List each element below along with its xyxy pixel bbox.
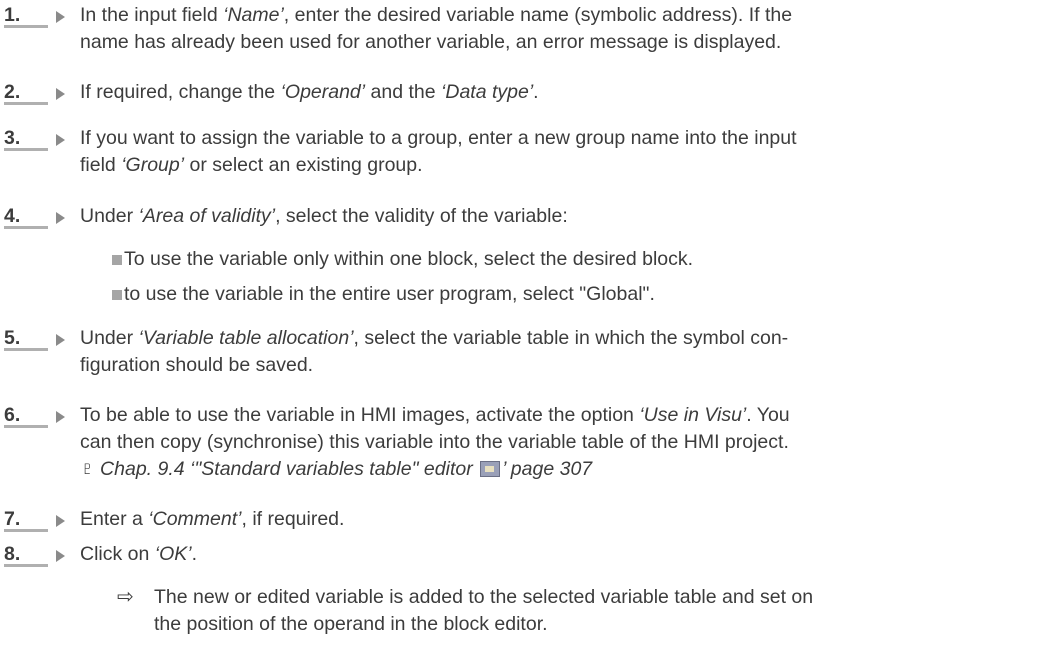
chapter-link[interactable]: ♇ Chap. 9.4 ‘"Standard variables table" … — [80, 458, 592, 480]
step-underline — [4, 226, 48, 229]
bullet-square-icon — [112, 290, 122, 300]
instruction-page: 1. In the input field ‘Name’, enter the … — [0, 0, 1063, 658]
bullet-item: to use the variable in the entire user p… — [124, 283, 655, 305]
step-text: Click on ‘OK’. — [80, 543, 198, 565]
step-text: Under ‘Area of validity’, select the val… — [80, 205, 568, 227]
step-arrow-icon — [56, 411, 65, 423]
step-underline — [4, 102, 48, 105]
step-underline — [4, 425, 48, 428]
step-underline — [4, 564, 48, 567]
step-text: Enter a ‘Comment’, if required. — [80, 508, 345, 530]
step-arrow-icon — [56, 550, 65, 562]
bullet-square-icon — [112, 255, 122, 265]
step-arrow-icon — [56, 334, 65, 346]
result-arrow-icon: ⇨ — [117, 586, 134, 608]
result-text: The new or edited variable is added to t… — [154, 586, 814, 635]
step-arrow-icon — [56, 11, 65, 23]
step-underline — [4, 529, 48, 532]
step-text: If required, change the ‘Operand’ and th… — [80, 81, 539, 103]
step-arrow-icon — [56, 88, 65, 100]
step-text: Under ‘Variable table allocation’, selec… — [80, 327, 789, 376]
step-text: To be able to use the variable in HMI im… — [80, 404, 790, 480]
step-text: If you want to assign the variable to a … — [80, 127, 797, 176]
step-underline — [4, 348, 48, 351]
step-underline — [4, 148, 48, 151]
step-arrow-icon — [56, 134, 65, 146]
step-underline — [4, 25, 48, 28]
variable-table-icon — [480, 461, 501, 477]
step-arrow-icon — [56, 515, 65, 527]
bullet-item: To use the variable only within one bloc… — [124, 248, 694, 270]
step-arrow-icon — [56, 212, 65, 224]
step-text: In the input field ‘Name’, enter the des… — [80, 4, 793, 53]
